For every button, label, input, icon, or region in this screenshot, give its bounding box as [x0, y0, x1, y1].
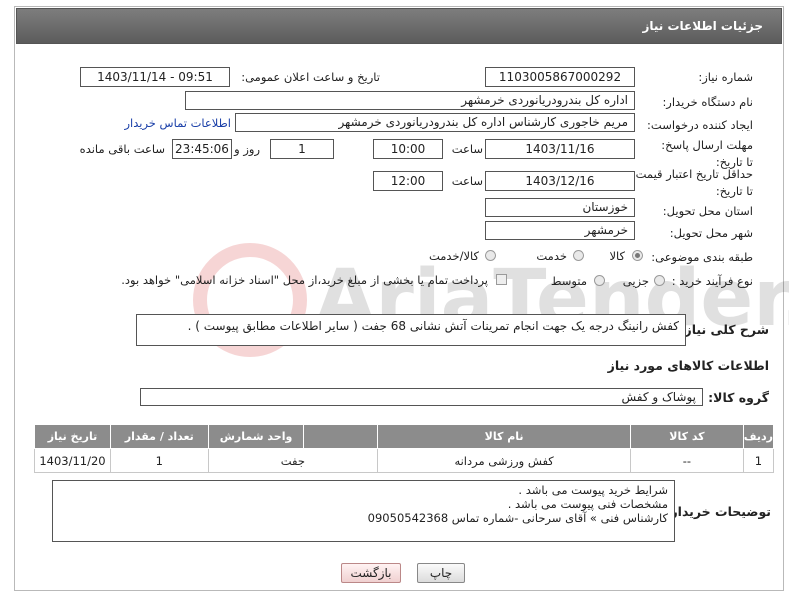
buyer-org-label: نام دستگاه خریدار:	[662, 95, 753, 109]
process-option-minor: جزیی	[622, 274, 649, 288]
panel-title: جزئیات اطلاعات نیاز	[642, 19, 763, 33]
goods-section-title: اطلاعات کالاهای مورد نیاز	[607, 358, 769, 373]
city-label: شهر محل تحویل:	[669, 226, 753, 240]
creator-label: ایجاد کننده درخواست:	[647, 118, 753, 132]
remaining-time-field: 23:45:06	[172, 139, 232, 159]
col-quantity: تعداد / مقدار	[109, 424, 209, 449]
days-remaining-field: 1	[270, 139, 334, 159]
cell-unit: جفت	[207, 448, 379, 473]
deadline-date-field: 1403/11/16	[485, 139, 635, 159]
col-item-name: نام کالا	[377, 424, 632, 449]
process-radio-minor[interactable]	[654, 275, 665, 286]
need-number-field: 1103005867000292	[485, 67, 635, 87]
process-label: نوع فرآیند خرید :	[671, 274, 753, 288]
validity-label: حداقل تاریخ اعتبار قیمت: تا تاریخ:	[631, 167, 753, 198]
category-radio-goods-service[interactable]	[485, 250, 496, 261]
category-label: طبقه بندی موضوعی:	[651, 250, 753, 264]
city-field: خرمشهر	[485, 221, 635, 240]
buyer-notes-label: توضیحات خریدار:	[665, 504, 771, 519]
panel-header: جزئیات اطلاعات نیاز	[16, 8, 782, 44]
cell-need-date: 1403/11/20	[34, 448, 111, 473]
deadline-time-label: ساعت	[451, 142, 483, 156]
buyer-notes-box: شرایط خرید پیوست می باشد . مشخصات فنی پی…	[52, 480, 675, 542]
treasury-payment-checkbox[interactable]	[496, 274, 507, 285]
print-button[interactable]: چاپ	[417, 563, 465, 583]
col-unit-spacer	[303, 424, 379, 449]
category-option-goods-service: کالا/خدمت	[428, 249, 479, 263]
announce-label: تاریخ و ساعت اعلان عمومی:	[241, 70, 380, 84]
category-option-goods: کالا	[609, 249, 625, 263]
province-label: استان محل تحویل:	[662, 204, 753, 218]
validity-time-label: ساعت	[451, 174, 483, 188]
goods-table: تاریخ نیاز تعداد / مقدار واحد شمارش نام …	[34, 424, 775, 473]
description-textarea: کفش رانینگ درجه یک جهت انجام تمرینات آتش…	[136, 314, 686, 346]
cell-item-name: کفش ورزشی مردانه	[377, 448, 632, 473]
process-option-medium: متوسط	[550, 274, 587, 288]
goods-table-header: تاریخ نیاز تعداد / مقدار واحد شمارش نام …	[34, 424, 775, 449]
col-item-code: کد کالا	[630, 424, 744, 449]
days-label: روز و	[234, 142, 260, 156]
province-field: خوزستان	[485, 198, 635, 217]
back-button[interactable]: بازگشت	[341, 563, 401, 583]
validity-time-field: 12:00	[373, 171, 443, 191]
category-option-service: خدمت	[536, 249, 567, 263]
description-label: شرح کلی نیاز:	[679, 322, 769, 337]
cell-quantity: 1	[109, 448, 209, 473]
table-row: 1403/11/20 1 جفت کفش ورزشی مردانه -- 1	[34, 448, 775, 473]
goods-group-label: گروه کالا:	[708, 390, 769, 405]
category-radio-service[interactable]	[573, 250, 584, 261]
cell-item-code: --	[630, 448, 744, 473]
remaining-time-label: ساعت باقی مانده	[79, 142, 165, 156]
validity-date-field: 1403/12/16	[485, 171, 635, 191]
contact-info-link[interactable]: اطلاعات تماس خریدار	[124, 116, 231, 130]
cell-row: 1	[742, 448, 775, 473]
buyer-org-field: اداره کل بندرودریانوردی خرمشهر	[185, 91, 635, 110]
deadline-time-field: 10:00	[373, 139, 443, 159]
buyer-note-line: شرایط خرید پیوست می باشد .	[518, 483, 668, 497]
col-unit: واحد شمارش	[207, 424, 305, 449]
buyer-note-line: مشخصات فنی پیوست می باشد .	[507, 497, 668, 511]
category-radio-goods[interactable]	[632, 250, 643, 261]
col-need-date: تاریخ نیاز	[34, 424, 111, 449]
goods-group-field: پوشاک و کفش	[140, 388, 703, 406]
treasury-payment-note: پرداخت تمام یا بخشی از مبلغ خرید،از محل …	[121, 273, 488, 287]
buyer-note-line: کارشناس فنی » آقای سرحانی -شماره تماس 09…	[367, 511, 668, 525]
creator-field: مریم خاجوری کارشناس اداره کل بندرودریانو…	[235, 113, 635, 132]
process-radio-medium[interactable]	[594, 275, 605, 286]
announce-datetime-field: 1403/11/14 - 09:51	[80, 67, 230, 87]
col-row: ردیف	[742, 424, 775, 449]
need-number-label: شماره نیاز:	[698, 70, 753, 84]
